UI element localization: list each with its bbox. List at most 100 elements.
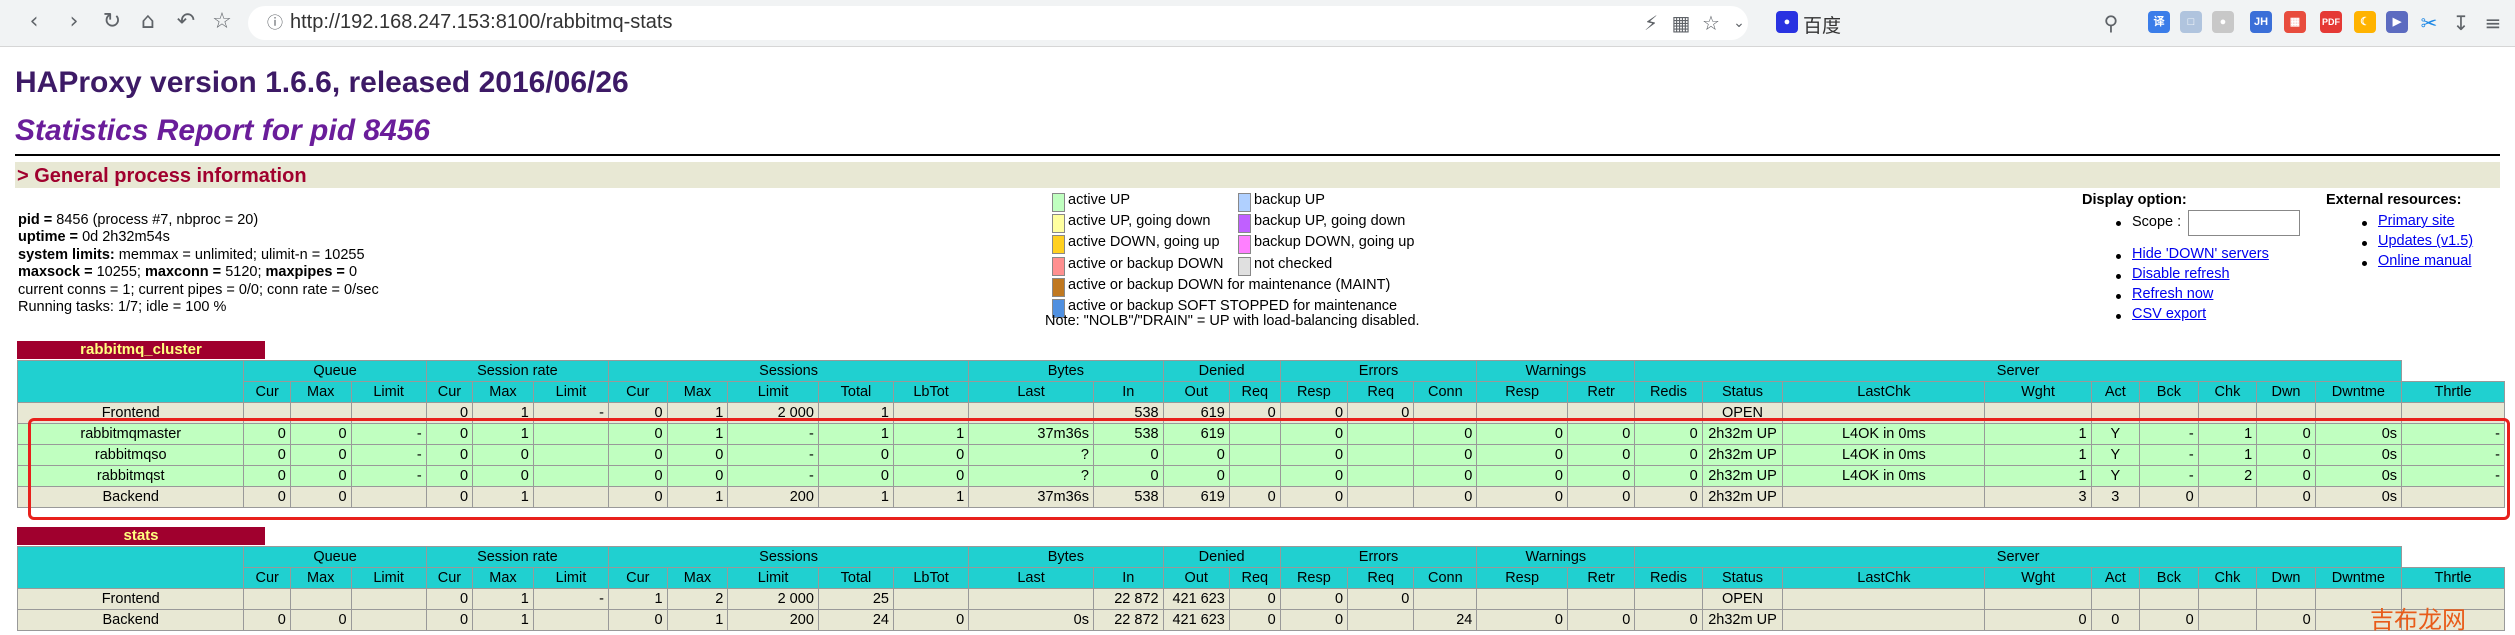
proxy-name-rabbitmq-cluster[interactable]: rabbitmq_cluster bbox=[17, 341, 265, 359]
table-cell bbox=[1782, 588, 1986, 610]
table-cell: 0 bbox=[1566, 609, 1636, 631]
download-icon[interactable]: ↧ bbox=[2448, 10, 2474, 36]
uptime-value: 0d 2h32m54s bbox=[82, 229, 170, 246]
proxy-name-stats[interactable]: stats bbox=[17, 527, 265, 545]
extension-pdf-icon[interactable]: PDF bbox=[2320, 11, 2342, 33]
search-icon[interactable]: ⚲ bbox=[2098, 10, 2124, 36]
column-header: Max bbox=[472, 381, 534, 403]
group-session-rate: Session rate bbox=[425, 360, 610, 382]
extension-video-icon[interactable]: ▶ bbox=[2386, 11, 2408, 33]
column-header: Retr bbox=[1566, 381, 1636, 403]
extension-screenshot-icon[interactable]: □ bbox=[2180, 11, 2202, 33]
baidu-paw-icon[interactable]: ● bbox=[1776, 11, 1798, 33]
forward-icon[interactable]: › bbox=[58, 6, 90, 38]
group-denied: Denied bbox=[1162, 360, 1281, 382]
table-cell bbox=[243, 588, 291, 610]
table-cell: 0 bbox=[243, 609, 291, 631]
table-cell bbox=[2256, 588, 2316, 610]
external-resource-link[interactable]: Updates (v1.5) bbox=[2378, 233, 2473, 249]
column-header: LbTot bbox=[892, 381, 970, 403]
display-option-link[interactable]: Refresh now bbox=[2132, 286, 2213, 302]
column-header: Max bbox=[289, 381, 352, 403]
column-header: Last bbox=[968, 567, 1094, 589]
extension-moon-icon[interactable]: ☾ bbox=[2354, 11, 2376, 33]
reload-icon[interactable]: ↻ bbox=[96, 6, 128, 38]
external-resources-title: External resources: bbox=[2326, 192, 2462, 208]
external-resource-link[interactable]: Primary site bbox=[2378, 213, 2455, 229]
table-cell bbox=[2197, 609, 2258, 631]
table-cell: 0s bbox=[968, 609, 1094, 631]
table-cell: OPEN bbox=[1701, 588, 1784, 610]
table-cell: 0 bbox=[608, 609, 668, 631]
scope-label: Scope : bbox=[2132, 214, 2182, 230]
table-cell: 22 872 bbox=[1092, 609, 1164, 631]
display-options-title: Display option: bbox=[2082, 192, 2187, 208]
general-info-header: > General process information bbox=[15, 162, 2500, 188]
undo-icon[interactable]: ↶ bbox=[170, 6, 202, 38]
home-icon[interactable]: ⌂ bbox=[132, 6, 164, 38]
extension-translate-icon[interactable]: 译 bbox=[2148, 11, 2170, 33]
row-name[interactable]: Frontend bbox=[16, 588, 245, 610]
extension-ghost-icon[interactable]: ● bbox=[2212, 11, 2234, 33]
display-option-link[interactable]: Disable refresh bbox=[2132, 266, 2230, 282]
legend-label: backup UP, going down bbox=[1254, 213, 1406, 230]
column-header: Cur bbox=[425, 567, 474, 589]
table-cell bbox=[892, 588, 970, 610]
column-header: Req bbox=[1228, 567, 1281, 589]
column-header: Dwn bbox=[2256, 381, 2316, 403]
column-header: Req bbox=[1347, 381, 1415, 403]
display-option-link[interactable]: Hide 'DOWN' servers bbox=[2132, 246, 2269, 262]
column-header: Bck bbox=[2139, 567, 2199, 589]
scope-input[interactable] bbox=[2188, 210, 2300, 236]
watermark-logo: 吉布龙网 bbox=[2370, 607, 2466, 634]
back-icon[interactable]: ‹ bbox=[18, 6, 50, 38]
menu-icon[interactable]: ≡ bbox=[2480, 10, 2506, 36]
group-sessions: Sessions bbox=[608, 360, 970, 382]
extension-apps-icon[interactable]: ▦ bbox=[2284, 11, 2306, 33]
extension-jh-icon[interactable]: JH bbox=[2250, 11, 2272, 33]
table-cell: 24 bbox=[1413, 609, 1478, 631]
legend-label: backup DOWN, going up bbox=[1254, 234, 1415, 251]
star-icon[interactable]: ☆ bbox=[206, 6, 238, 38]
table-cell: 421 623 bbox=[1162, 588, 1230, 610]
bookmark-star-icon[interactable]: ☆ bbox=[1698, 10, 1724, 36]
bullet bbox=[2362, 221, 2367, 226]
column-header: Thrtle bbox=[2401, 381, 2505, 403]
column-header: Conn bbox=[1413, 567, 1478, 589]
lightning-icon[interactable]: ⚡ bbox=[1638, 10, 1664, 36]
process-info: pid = 8456 (process #7, nbproc = 20) upt… bbox=[18, 212, 379, 316]
external-resource-link[interactable]: Online manual bbox=[2378, 253, 2472, 269]
dropdown-chevron-icon[interactable]: ⌄ bbox=[1726, 10, 1752, 36]
divider bbox=[15, 154, 2500, 156]
info-icon[interactable]: ⓘ bbox=[262, 10, 288, 36]
search-engine-label[interactable]: 百度 bbox=[1803, 11, 1841, 38]
url-text[interactable]: http://192.168.247.153:8100/rabbitmq-sta… bbox=[290, 11, 673, 34]
bullet bbox=[2362, 261, 2367, 266]
table-cell: 0 bbox=[425, 588, 474, 610]
column-header: Limit bbox=[532, 567, 610, 589]
legend-label: active DOWN, going up bbox=[1068, 234, 1220, 251]
column-header: Total bbox=[817, 381, 895, 403]
grid-icon[interactable]: ▦ bbox=[1668, 10, 1694, 36]
table-cell bbox=[2197, 588, 2258, 610]
table-cell: - bbox=[532, 588, 610, 610]
table-cell bbox=[350, 609, 427, 631]
column-header: Limit bbox=[727, 567, 819, 589]
scissors-icon[interactable]: ✂ bbox=[2416, 10, 2442, 36]
column-header: Max bbox=[666, 567, 729, 589]
table-cell: 0 bbox=[2256, 609, 2316, 631]
table-cell: 1 bbox=[472, 588, 534, 610]
column-header: Cur bbox=[608, 567, 668, 589]
table-cell bbox=[350, 588, 427, 610]
display-options: Display option: bbox=[2082, 192, 2187, 208]
display-option-link[interactable]: CSV export bbox=[2132, 306, 2206, 322]
column-header: Cur bbox=[243, 567, 291, 589]
column-header: Out bbox=[1162, 567, 1230, 589]
page-subtitle: Statistics Report for pid 8456 bbox=[15, 114, 431, 147]
running-tasks: Running tasks: 1/7; idle = 100 % bbox=[18, 299, 227, 316]
row-name[interactable]: Backend bbox=[16, 609, 245, 631]
column-header: Req bbox=[1228, 381, 1281, 403]
table-cell bbox=[1782, 609, 1986, 631]
group-spacer bbox=[16, 360, 245, 403]
table-cell: 421 623 bbox=[1162, 609, 1230, 631]
